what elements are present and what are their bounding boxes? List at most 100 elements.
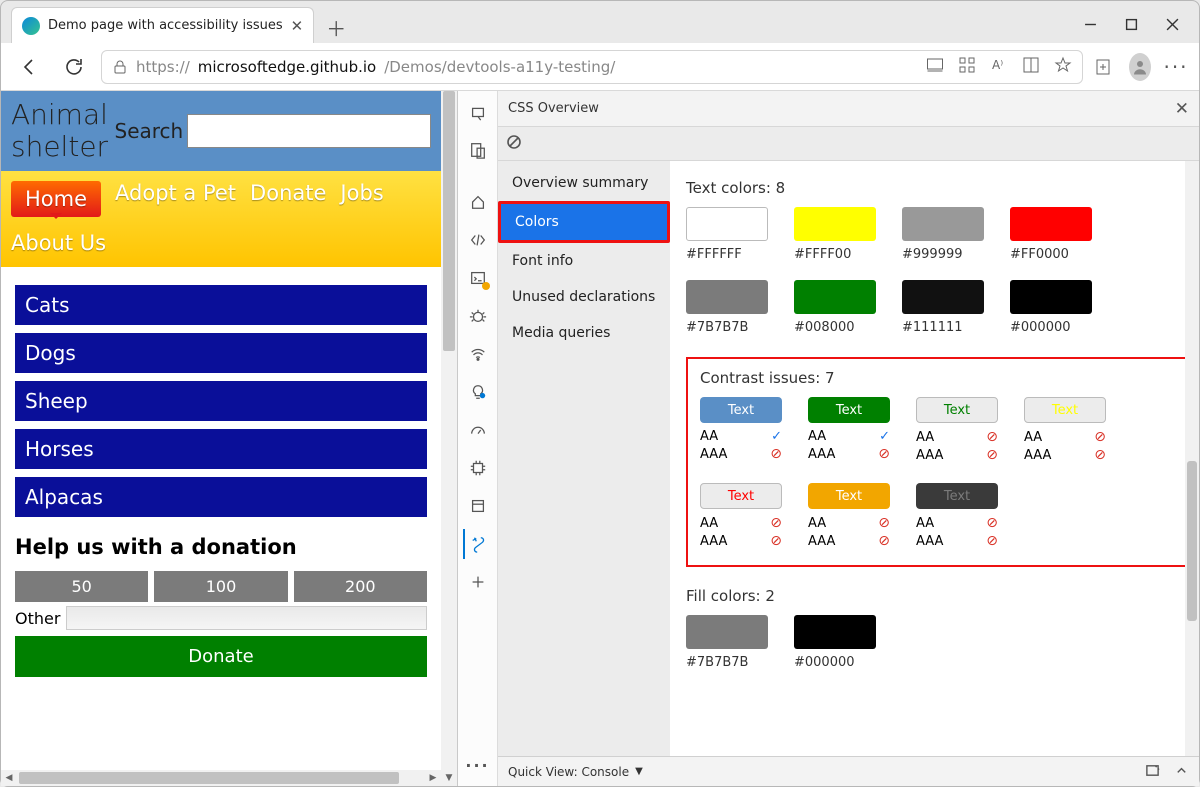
- color-swatch[interactable]: #008000: [794, 280, 876, 335]
- main-nav: Home Adopt a Pet Donate Jobs About Us: [1, 171, 441, 267]
- css-overview-panel: Text colors: 8 #FFFFFF #FFFF00 #999999 #FF0…: [670, 161, 1199, 756]
- collections-icon[interactable]: [1093, 57, 1115, 77]
- contrast-item[interactable]: Text AA⊘AAA⊘: [916, 397, 998, 463]
- browser-tab[interactable]: Demo page with accessibility issues ✕: [11, 7, 314, 43]
- back-button[interactable]: [13, 50, 47, 84]
- nav-jobs[interactable]: Jobs: [340, 181, 383, 217]
- nav-donate[interactable]: Donate: [250, 181, 326, 217]
- donation-section: Help us with a donation 50 100 200 Other…: [1, 517, 441, 695]
- performance-icon[interactable]: [463, 415, 493, 445]
- welcome-icon[interactable]: [463, 187, 493, 217]
- panel-title: CSS Overview: [508, 101, 599, 116]
- qr-icon[interactable]: [958, 56, 976, 78]
- titlebar: Demo page with accessibility issues ✕ ＋: [1, 1, 1199, 43]
- memory-icon[interactable]: [463, 453, 493, 483]
- elements-icon[interactable]: [463, 225, 493, 255]
- css-overview-icon[interactable]: [463, 529, 493, 559]
- site-title: Animal shelter: [11, 99, 111, 163]
- nav-home[interactable]: Home: [11, 181, 101, 217]
- text-colors-title: Text colors: 8: [686, 179, 1189, 197]
- fill-colors-title: Fill colors: 2: [686, 587, 1189, 605]
- color-swatch[interactable]: #111111: [902, 280, 984, 335]
- lock-icon: [112, 59, 128, 75]
- quick-view-value[interactable]: Console: [581, 765, 629, 779]
- page-scrollbar-vertical[interactable]: ▲ ▼: [441, 91, 457, 786]
- list-item[interactable]: Cats: [15, 285, 427, 325]
- color-swatch[interactable]: #7B7B7B: [686, 615, 768, 670]
- svg-text:A⁾: A⁾: [992, 58, 1003, 72]
- donation-amount[interactable]: 50: [15, 571, 148, 602]
- close-window-icon[interactable]: [1166, 17, 1179, 35]
- reader-icon[interactable]: [1022, 56, 1040, 78]
- search-label: Search: [115, 119, 184, 143]
- window-controls: [1084, 17, 1199, 43]
- sidebar-item-font[interactable]: Font info: [498, 243, 670, 279]
- tab-title: Demo page with accessibility issues: [48, 18, 283, 33]
- page-viewport: Animal shelter Search Home Adopt a Pet D…: [1, 91, 457, 786]
- tab-close-icon[interactable]: ✕: [291, 17, 304, 35]
- contrast-title: Contrast issues: 7: [700, 369, 1175, 387]
- devtools-toolbar: [498, 127, 1199, 161]
- donation-amount[interactable]: 100: [154, 571, 287, 602]
- refresh-button[interactable]: [57, 50, 91, 84]
- devtools-close-icon[interactable]: ✕: [1175, 99, 1189, 119]
- clear-icon[interactable]: [506, 134, 522, 154]
- contrast-item[interactable]: Text AA⊘AAA⊘: [1024, 397, 1106, 463]
- sidebar-item-colors[interactable]: Colors: [501, 204, 667, 240]
- donation-other-input[interactable]: [66, 606, 427, 630]
- contrast-item[interactable]: Text AA⊘AAA⊘: [916, 483, 998, 549]
- devtools-settings-icon[interactable]: ···: [463, 750, 493, 780]
- panel-scrollbar[interactable]: [1185, 161, 1199, 756]
- list-item[interactable]: Alpacas: [15, 477, 427, 517]
- device-icon[interactable]: [463, 135, 493, 165]
- page-scrollbar-horizontal[interactable]: ◀ ▶: [1, 770, 441, 786]
- new-tab-button[interactable]: ＋: [320, 11, 352, 43]
- contrast-item[interactable]: Text AA⊘AAA⊘: [700, 483, 782, 549]
- sidebar-item-media[interactable]: Media queries: [498, 315, 670, 351]
- desktop-icon[interactable]: [926, 56, 944, 78]
- donate-button[interactable]: Donate: [15, 636, 427, 677]
- more-tools-icon[interactable]: [463, 567, 493, 597]
- read-aloud-icon[interactable]: A⁾: [990, 56, 1008, 78]
- search-input[interactable]: [187, 114, 431, 148]
- chevron-up-icon[interactable]: [1174, 763, 1189, 781]
- color-swatch[interactable]: #999999: [902, 207, 984, 262]
- favorite-icon[interactable]: [1054, 56, 1072, 78]
- color-swatch[interactable]: #000000: [794, 615, 876, 670]
- color-swatch[interactable]: #FF0000: [1010, 207, 1092, 262]
- bug-icon[interactable]: [463, 301, 493, 331]
- url-host: microsoftedge.github.io: [198, 58, 376, 76]
- url-field[interactable]: https://microsoftedge.github.io/Demos/de…: [101, 50, 1083, 84]
- console-icon[interactable]: [463, 263, 493, 293]
- nav-about[interactable]: About Us: [11, 231, 431, 255]
- lightbulb-icon[interactable]: [463, 377, 493, 407]
- network-icon[interactable]: [463, 339, 493, 369]
- color-swatch[interactable]: #FFFFFF: [686, 207, 768, 262]
- list-item[interactable]: Sheep: [15, 381, 427, 421]
- color-swatch[interactable]: #7B7B7B: [686, 280, 768, 335]
- sidebar-item-unused[interactable]: Unused declarations: [498, 279, 670, 315]
- sidebar-item-overview[interactable]: Overview summary: [498, 165, 670, 201]
- contrast-item[interactable]: Text AA✓AAA⊘: [700, 397, 782, 463]
- fill-color-swatches: #7B7B7B #000000: [686, 615, 1189, 670]
- list-item[interactable]: Dogs: [15, 333, 427, 373]
- maximize-icon[interactable]: [1125, 17, 1138, 35]
- inspect-icon[interactable]: [463, 97, 493, 127]
- application-icon[interactable]: [463, 491, 493, 521]
- donation-amount[interactable]: 200: [294, 571, 427, 602]
- devtools: ··· CSS Overview ✕ Overview summary Colo…: [457, 91, 1199, 786]
- color-swatch[interactable]: #000000: [1010, 280, 1092, 335]
- url-proto: https://: [136, 58, 190, 76]
- drawer-tool-icon[interactable]: [1145, 763, 1160, 781]
- devtools-activity-bar: ···: [458, 91, 498, 786]
- chevron-down-icon[interactable]: ▼: [635, 766, 643, 777]
- contrast-item[interactable]: Text AA⊘AAA⊘: [808, 483, 890, 549]
- more-icon[interactable]: ···: [1165, 55, 1187, 79]
- nav-adopt[interactable]: Adopt a Pet: [115, 181, 236, 217]
- profile-avatar[interactable]: [1129, 53, 1151, 81]
- color-swatch[interactable]: #FFFF00: [794, 207, 876, 262]
- list-item[interactable]: Horses: [15, 429, 427, 469]
- minimize-icon[interactable]: [1084, 17, 1097, 35]
- contrast-item[interactable]: Text AA✓AAA⊘: [808, 397, 890, 463]
- page-header: Animal shelter Search: [1, 91, 441, 171]
